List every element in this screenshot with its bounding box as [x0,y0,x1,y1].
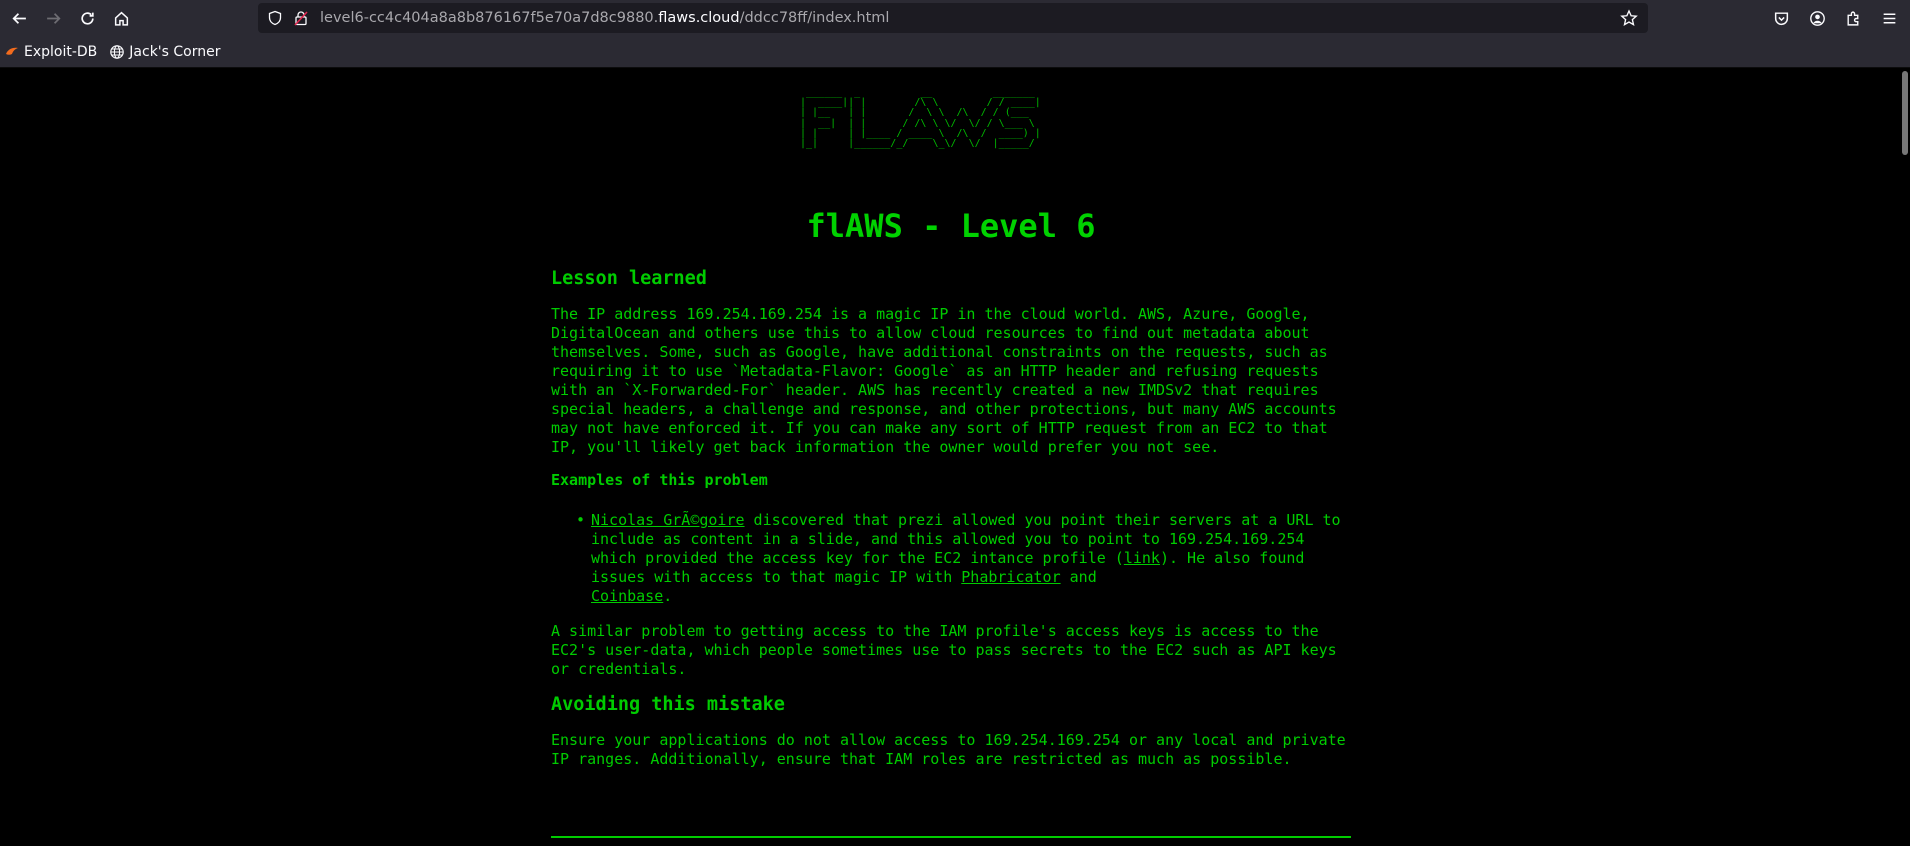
url-path: /ddcc78ff/index.html [739,10,890,26]
back-button[interactable] [4,3,34,33]
bookmark-label: Jack's Corner [129,43,221,60]
bookmark-label: Exploit-DB [24,43,98,60]
bookmark-jacks-corner[interactable]: Jack's Corner [109,43,221,60]
url-text: level6-cc4c404a8a8b876167f5e70a7d8c9880.… [320,10,889,26]
page-viewport: ______ _ __ _______ | ____|| | /\ \ / / … [0,69,1910,846]
example-text-4: . [663,587,673,605]
nicolas-gregoire-link[interactable]: Nicolas GrÃ©goire [591,511,745,529]
menu-button[interactable] [1874,3,1904,33]
globe-icon [110,44,125,59]
insecure-lock-icon[interactable] [292,9,310,27]
home-button[interactable] [106,3,136,33]
bookmark-exploit-db[interactable]: Exploit-DB [4,44,97,60]
forward-button[interactable] [38,3,68,33]
exploit-db-icon [6,47,18,55]
examples-heading: Examples of this problem [551,471,768,489]
horizontal-rule [551,836,1351,838]
extensions-button[interactable] [1838,3,1868,33]
coinbase-link[interactable]: Coinbase [591,587,663,605]
account-icon [1809,10,1825,26]
url-host: flaws.cloud [658,10,740,26]
reload-button[interactable] [72,3,102,33]
example-text-3: and [1060,568,1097,586]
hamburger-menu-icon [1883,12,1895,24]
browser-toolbar: level6-cc4c404a8a8b876167f5e70a7d8c9880.… [0,0,1910,36]
back-arrow-icon [11,12,26,24]
page-title: flAWS - Level 6 [806,207,1096,245]
puzzle-piece-icon [1846,11,1858,26]
account-button[interactable] [1802,3,1832,33]
pocket-icon [1774,11,1788,25]
lesson-learned-heading: Lesson learned [551,268,707,289]
bookmarks-toolbar: Exploit-DB Jack's Corner [0,36,1910,68]
address-bar[interactable]: level6-cc4c404a8a8b876167f5e70a7d8c9880.… [258,3,1648,33]
avoiding-mistake-heading: Avoiding this mistake [551,694,785,715]
pocket-button[interactable] [1766,3,1796,33]
similar-problem-paragraph: A similar problem to getting access to t… [551,622,1337,678]
page-scrollbar[interactable] [1902,71,1908,155]
home-icon [114,11,128,26]
url-prefix: level6-cc4c404a8a8b876167f5e70a7d8c9880. [320,10,659,26]
tracking-protection-shield-icon[interactable] [266,9,284,27]
list-item: Nicolas GrÃ©goire discovered that prezi … [576,511,1351,606]
examples-list: Nicolas GrÃ©goire discovered that prezi … [576,511,1351,606]
forward-arrow-icon [46,12,61,24]
phabricator-link[interactable]: Phabricator [961,568,1060,586]
prezi-reference-link[interactable]: link [1124,549,1160,567]
reload-icon [80,11,94,25]
page-content: Lesson learned The IP address 169.254.16… [551,267,1351,778]
lesson-paragraph: The IP address 169.254.169.254 is a magi… [551,305,1337,456]
flaws-ascii-logo: ______ _ __ _______ | ____|| | /\ \ / / … [800,87,1041,150]
avoiding-paragraph: Ensure your applications do not allow ac… [551,731,1346,768]
bookmark-star-icon[interactable] [1620,9,1638,27]
